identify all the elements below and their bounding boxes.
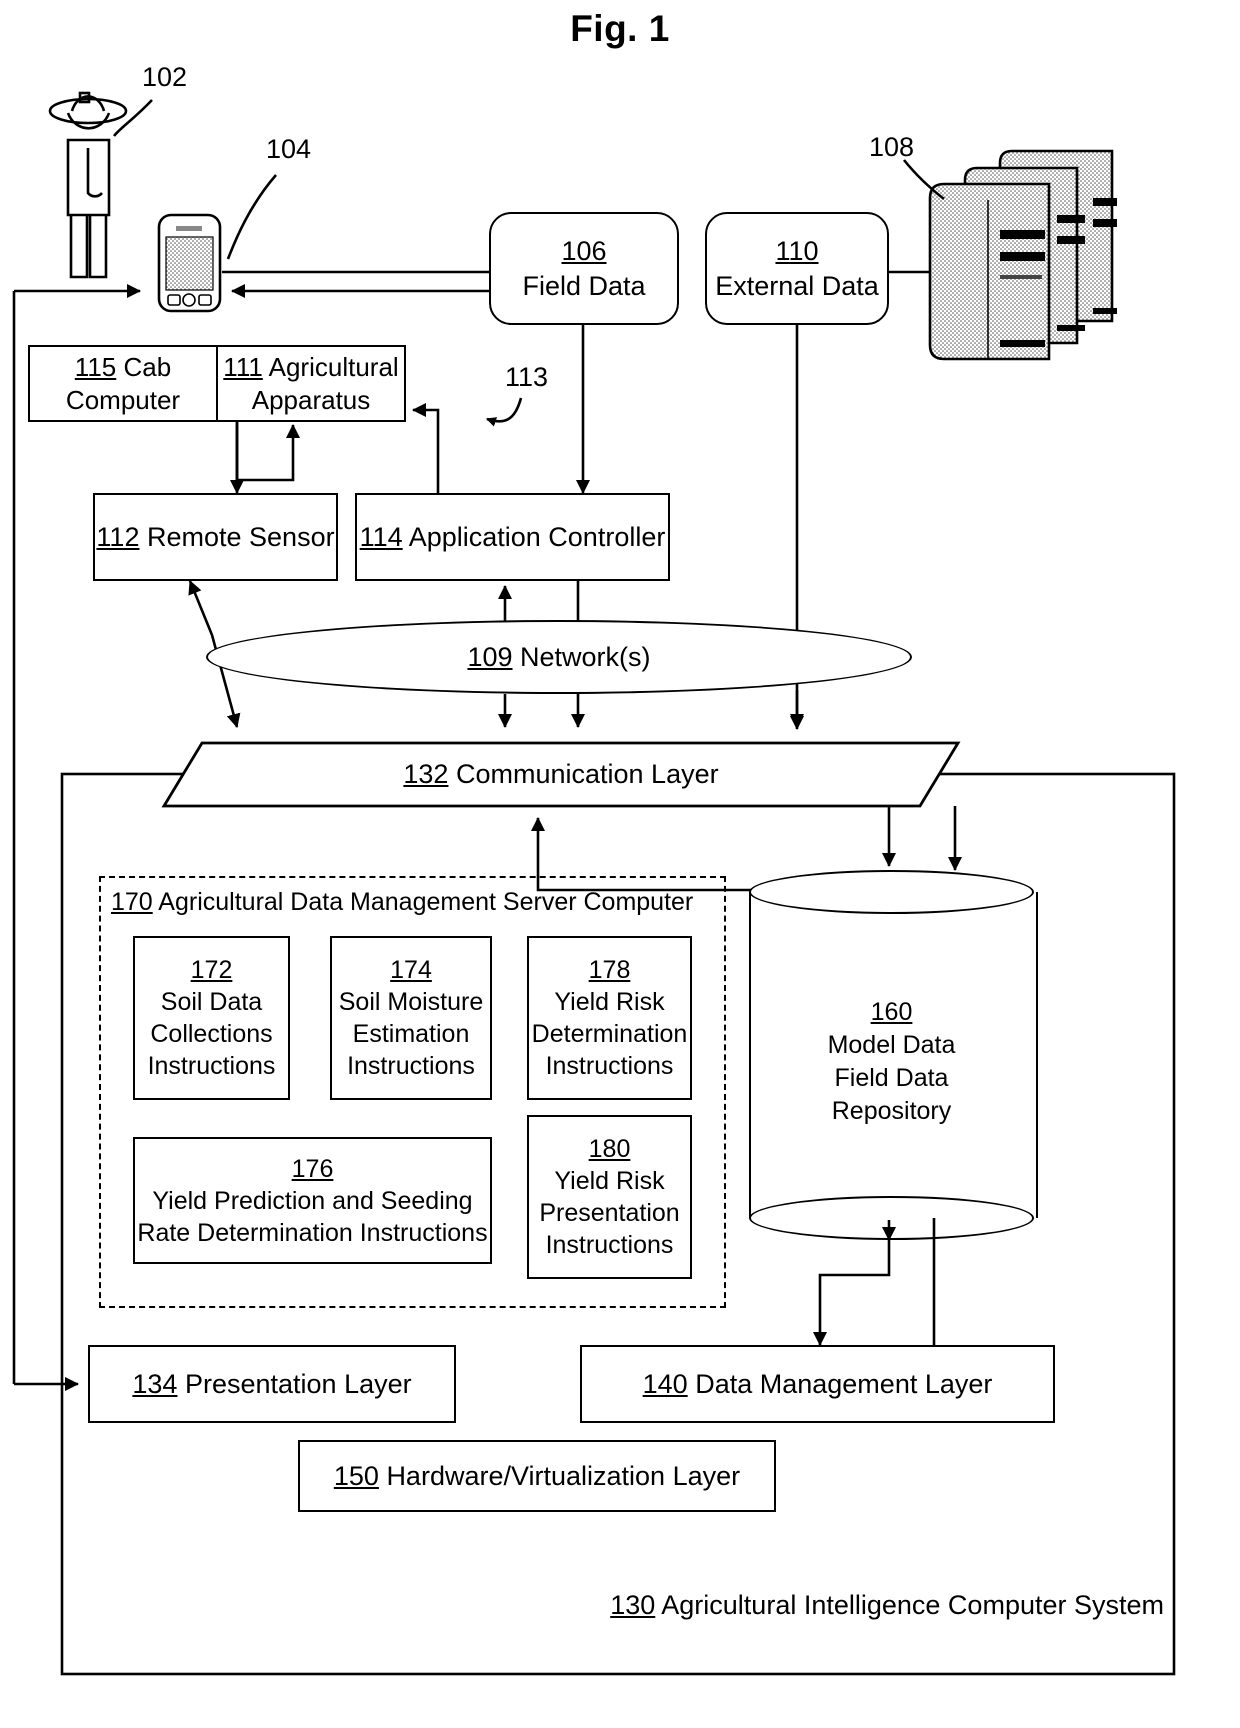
mobile-phone-icon [157,213,222,313]
node-system-label: Agricultural Intelligence Computer Syste… [661,1589,1164,1620]
node-remote-sensor-label: Remote Sensor [146,521,335,552]
node-application-controller-ref: 114 [359,521,403,552]
node-178-ref: 178 [588,956,631,984]
node-172-line1: Soil Data [160,988,263,1016]
node-communication-layer[interactable]: 132 Communication Layer [164,743,958,806]
node-cab-computer-label: Cab [123,352,172,382]
node-cab-computer-ref: 115 [74,352,117,382]
node-field-data-ref: 106 [561,235,607,266]
node-application-controller-label: Application Controller [408,521,666,552]
node-system-caption: 130 Agricultural Intelligence Computer S… [560,1588,1164,1622]
node-external-data[interactable]: 110 External Data [705,212,889,325]
node-data-management-layer-ref: 140 [642,1368,688,1399]
node-180-line3: Instructions [545,1231,674,1259]
node-soil-data-collections-instructions[interactable]: 172 Soil Data Collections Instructions [133,936,290,1100]
node-180-line2: Presentation [539,1199,680,1227]
node-presentation-layer-ref: 134 [132,1368,178,1399]
node-field-data[interactable]: 106 Field Data [489,212,679,325]
node-174-line3: Instructions [347,1052,475,1080]
node-yield-risk-determination-instructions[interactable]: 178 Yield Risk Determination Instruction… [527,936,692,1100]
node-network[interactable]: 109 Network(s) [206,620,912,694]
node-cab-computer-label2: Computer [65,384,181,415]
node-178-line3: Instructions [545,1052,674,1080]
node-presentation-layer[interactable]: 134 Presentation Layer [88,1345,456,1423]
node-server-computer-ref: 170 [111,888,153,916]
node-178-line2: Determination [531,1020,688,1048]
node-176-line1: Yield Prediction and Seeding [152,1186,473,1215]
node-data-management-layer[interactable]: 140 Data Management Layer [580,1345,1055,1423]
node-174-line2: Estimation [352,1020,470,1048]
node-data-management-layer-label: Data Management Layer [695,1368,993,1399]
node-160-ref: 160 [870,998,913,1027]
node-communication-layer-label: Communication Layer [455,759,719,790]
node-yield-prediction-seeding-rate-instructions[interactable]: 176 Yield Prediction and Seeding Rate De… [133,1137,492,1264]
figure-title: Fig. 1 [570,8,670,49]
node-160-line1: Model Data [827,1031,956,1060]
node-160-labels: 160 Model Data Field Data Repository [749,996,1034,1128]
node-agricultural-apparatus-label2: Apparatus [251,384,371,415]
database-cylinder-top [749,870,1034,914]
node-yield-risk-presentation-instructions[interactable]: 180 Yield Risk Presentation Instructions [527,1115,692,1279]
node-agricultural-apparatus-ref: 111 [223,352,263,382]
node-180-line1: Yield Risk [554,1167,665,1195]
node-172-line3: Instructions [147,1052,276,1080]
node-field-data-label: Field Data [522,270,646,301]
node-network-label: Network(s) [520,641,651,672]
node-application-controller[interactable]: 114 Application Controller [355,493,670,581]
node-cab-computer[interactable]: 115 Cab Computer [30,347,216,420]
ref-label-113: 113 [505,362,549,392]
node-cab-and-apparatus: 115 Cab Computer 111 Agricultural Appara… [28,345,406,422]
node-hardware-virtualization-layer-ref: 150 [333,1460,379,1491]
node-agricultural-apparatus[interactable]: 111 Agricultural Apparatus [216,347,404,420]
ref-label-104: 104 [266,134,312,164]
person-icon [48,91,128,279]
node-presentation-layer-label: Presentation Layer [184,1368,412,1399]
node-172-line2: Collections [150,1020,273,1048]
node-remote-sensor-ref: 112 [96,521,140,552]
database-cylinder-bottom [749,1196,1034,1240]
node-external-data-ref: 110 [775,235,819,266]
ref-label-108: 108 [869,132,915,162]
node-external-data-label: External Data [715,270,879,301]
node-hardware-virtualization-layer-label: Hardware/Virtualization Layer [386,1460,741,1491]
node-174-line1: Soil Moisture [338,988,484,1016]
node-server-computer-title: 170 Agricultural Data Management Server … [111,886,693,918]
node-server-computer-label: Agricultural Data Management Server Comp… [158,888,694,916]
node-network-ref: 109 [467,641,513,672]
node-communication-layer-ref: 132 [403,759,449,790]
node-160-line2: Field Data [834,1064,949,1093]
node-172-ref: 172 [190,956,233,984]
node-176-line2: Rate Determination Instructions [137,1218,488,1247]
node-176-ref: 176 [291,1154,334,1183]
node-174-ref: 174 [390,956,432,984]
node-model-data-field-data-repository[interactable]: 160 Model Data Field Data Repository [749,870,1038,1240]
node-160-line3: Repository [831,1097,952,1126]
node-remote-sensor[interactable]: 112 Remote Sensor [93,493,338,581]
node-180-ref: 180 [588,1135,631,1163]
server-stack-icon [928,149,1117,361]
node-hardware-virtualization-layer[interactable]: 150 Hardware/Virtualization Layer [298,1440,776,1512]
node-system-ref: 130 [610,1589,656,1620]
node-soil-moisture-estimation-instructions[interactable]: 174 Soil Moisture Estimation Instruction… [330,936,492,1100]
node-agricultural-apparatus-label: Agricultural [268,352,399,382]
node-178-line1: Yield Risk [554,988,665,1016]
ref-label-102: 102 [142,62,188,92]
